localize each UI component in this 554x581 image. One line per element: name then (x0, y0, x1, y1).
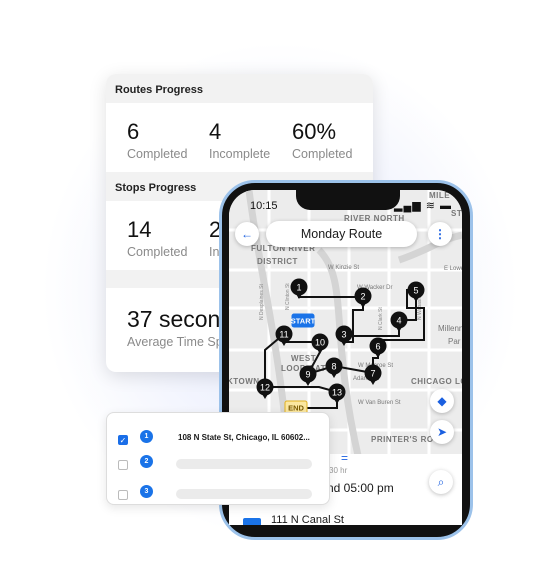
map-label: DISTRICT (257, 257, 298, 266)
map-street-label: N Clark St (378, 307, 384, 330)
svg-text:6: 6 (375, 342, 380, 352)
checkbox[interactable] (118, 460, 128, 470)
map-label: W Kinzie St (328, 265, 359, 271)
locate-button[interactable]: ➤ (430, 420, 454, 444)
stop-list-item[interactable]: 2 (113, 455, 327, 475)
placeholder-bar (176, 459, 312, 469)
svg-text:START: START (291, 317, 316, 326)
stop-list-item[interactable]: 3 (113, 485, 327, 505)
checkbox-checked[interactable]: ✓ (118, 435, 128, 445)
stop-address: 108 N State St, Chicago, IL 60602... (178, 433, 310, 442)
svg-text:11: 11 (279, 330, 288, 340)
stop-list-card: ✓ 1 108 N State St, Chicago, IL 60602...… (106, 412, 330, 505)
routes-incomplete: 4 Incomplete (209, 119, 271, 161)
more-options-button[interactable]: ⋮ (428, 222, 452, 246)
routes-progress-title: Routes Progress (106, 74, 373, 103)
routes-percent: 60% Completed (292, 119, 353, 161)
svg-text:1: 1 (296, 283, 301, 293)
search-button[interactable]: ⌕ (429, 470, 453, 494)
svg-text:5: 5 (413, 286, 418, 296)
status-time: 10:15 (250, 200, 278, 212)
status-icons: ▂▄▆ ≋ ▬ (394, 200, 453, 212)
map-street-label: N Desplaines St (259, 284, 265, 320)
stop-pin-icon: 2 (140, 455, 153, 468)
first-stop-address[interactable]: 111 N Canal St (271, 514, 344, 525)
stop-pin-icon: 3 (140, 485, 153, 498)
route-time-range: nd 05:00 pm (327, 481, 394, 495)
phone-notch (296, 190, 400, 210)
map-label: STR (451, 209, 462, 218)
route-title: Monday Route (266, 221, 417, 247)
svg-text:10: 10 (315, 338, 325, 348)
svg-text:2: 2 (360, 292, 365, 302)
svg-text:3: 3 (341, 330, 346, 340)
svg-text:13: 13 (332, 388, 342, 398)
map-label: CHICAGO LOOP (411, 377, 462, 386)
map-label: W Van Buren St (358, 400, 401, 406)
back-button[interactable]: ← (235, 222, 259, 246)
svg-text:8: 8 (331, 362, 336, 372)
svg-text:4: 4 (396, 316, 401, 326)
svg-text:9: 9 (305, 370, 310, 380)
checkbox[interactable] (118, 490, 128, 500)
svg-text:7: 7 (370, 369, 375, 379)
start-marker[interactable]: START (291, 313, 316, 328)
placeholder-bar (176, 489, 312, 499)
stop-list-item[interactable]: ✓ 1 108 N State St, Chicago, IL 60602... (113, 430, 327, 450)
drag-handle-icon[interactable]: = (341, 451, 348, 465)
stop-pin-icon: 1 (140, 430, 153, 443)
map-label: KTOWN (229, 377, 260, 386)
svg-text:12: 12 (260, 383, 270, 393)
routes-completed: 6 Completed (127, 119, 188, 161)
map-label: Millenn (438, 324, 462, 333)
map-street-label: N Clinton St (285, 283, 291, 310)
route-duration: 30 hr (329, 466, 348, 475)
layers-button[interactable]: ◆ (430, 389, 454, 413)
map-label: Par (448, 337, 461, 346)
stop-icon (243, 518, 261, 525)
stops-completed: 14 Completed (127, 217, 188, 259)
map-label: E Lower (444, 266, 462, 272)
map-label: WEST (291, 354, 316, 363)
